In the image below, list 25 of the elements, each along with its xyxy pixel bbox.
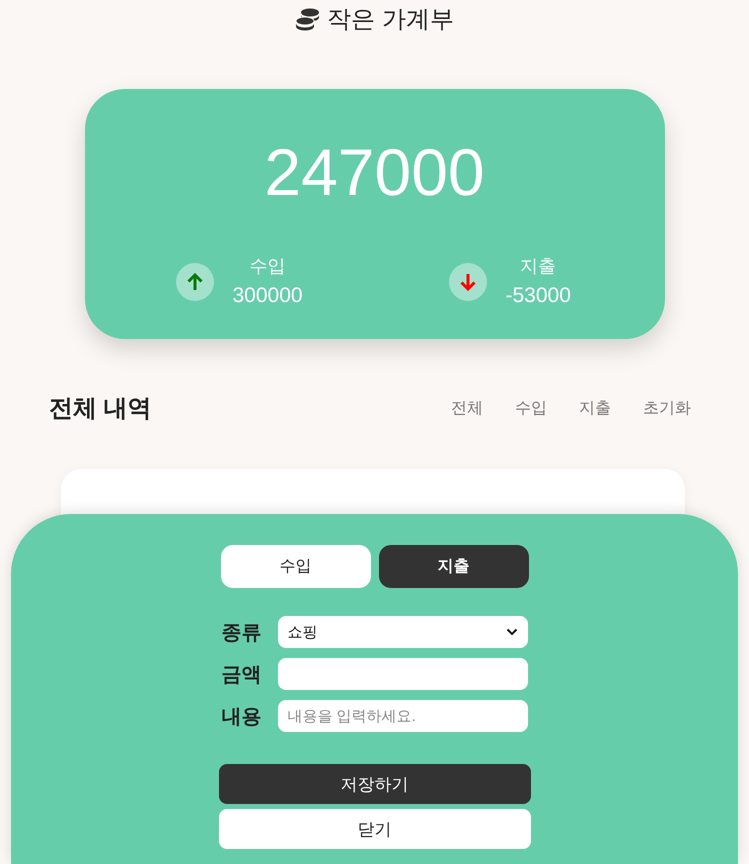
arrow-down-icon (448, 263, 486, 301)
save-button[interactable]: 저장하기 (218, 764, 530, 804)
app-title: 작은 가계부 (327, 5, 454, 35)
expense-amount: -53000 (506, 283, 571, 309)
field-label: 내용 (222, 704, 262, 730)
section-title: 전체 내역 (49, 394, 152, 424)
filter-link[interactable]: 수입 (515, 398, 547, 418)
balance-amount: 247000 (264, 134, 485, 211)
expense-label: 지출 (520, 255, 556, 278)
text-input[interactable]: 내용을 입력하세요. (278, 700, 528, 732)
close-button[interactable]: 닫기 (218, 809, 530, 849)
filter-link[interactable]: 전체 (451, 398, 483, 418)
field-label: 금액 (222, 662, 262, 688)
amount-input[interactable] (278, 658, 528, 690)
field-label: 종류 (222, 620, 262, 646)
income-amount: 300000 (232, 283, 303, 309)
type-tab[interactable]: 지출 (378, 545, 528, 588)
category-select[interactable]: 쇼핑 (278, 616, 528, 648)
filter-link[interactable]: 초기화 (643, 398, 691, 418)
coins-icon (295, 8, 322, 32)
arrow-up-icon (176, 263, 214, 301)
income-label: 수입 (250, 255, 286, 278)
filter-link[interactable]: 지출 (579, 398, 611, 418)
type-tab[interactable]: 수입 (220, 545, 370, 588)
chevron-down-icon (506, 628, 518, 636)
